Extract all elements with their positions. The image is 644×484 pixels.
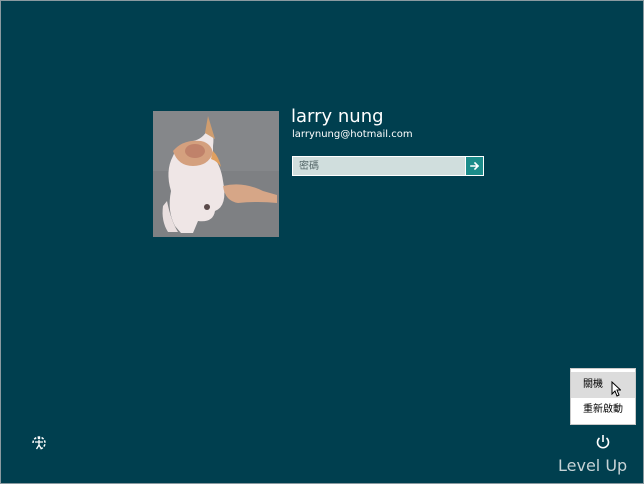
power-menu: 關機 重新啟動 (570, 368, 636, 425)
submit-button[interactable] (465, 157, 483, 175)
watermark: Level Up (558, 456, 628, 475)
menu-item-shutdown[interactable]: 關機 (571, 372, 635, 398)
arrow-right-icon (469, 161, 479, 171)
mouse-pointer-icon (611, 380, 622, 397)
user-email: larrynung@hotmail.com (292, 129, 413, 140)
password-input[interactable] (293, 157, 465, 175)
menu-item-restart[interactable]: 重新啟動 (571, 397, 635, 423)
login-screen: larry nung larrynung@hotmail.com 關機 重新啟動 (0, 0, 644, 484)
power-icon[interactable] (594, 433, 612, 451)
user-name: larry nung (291, 106, 384, 127)
password-box (292, 156, 484, 176)
ease-of-access-icon[interactable] (29, 433, 49, 453)
user-avatar (153, 111, 279, 237)
